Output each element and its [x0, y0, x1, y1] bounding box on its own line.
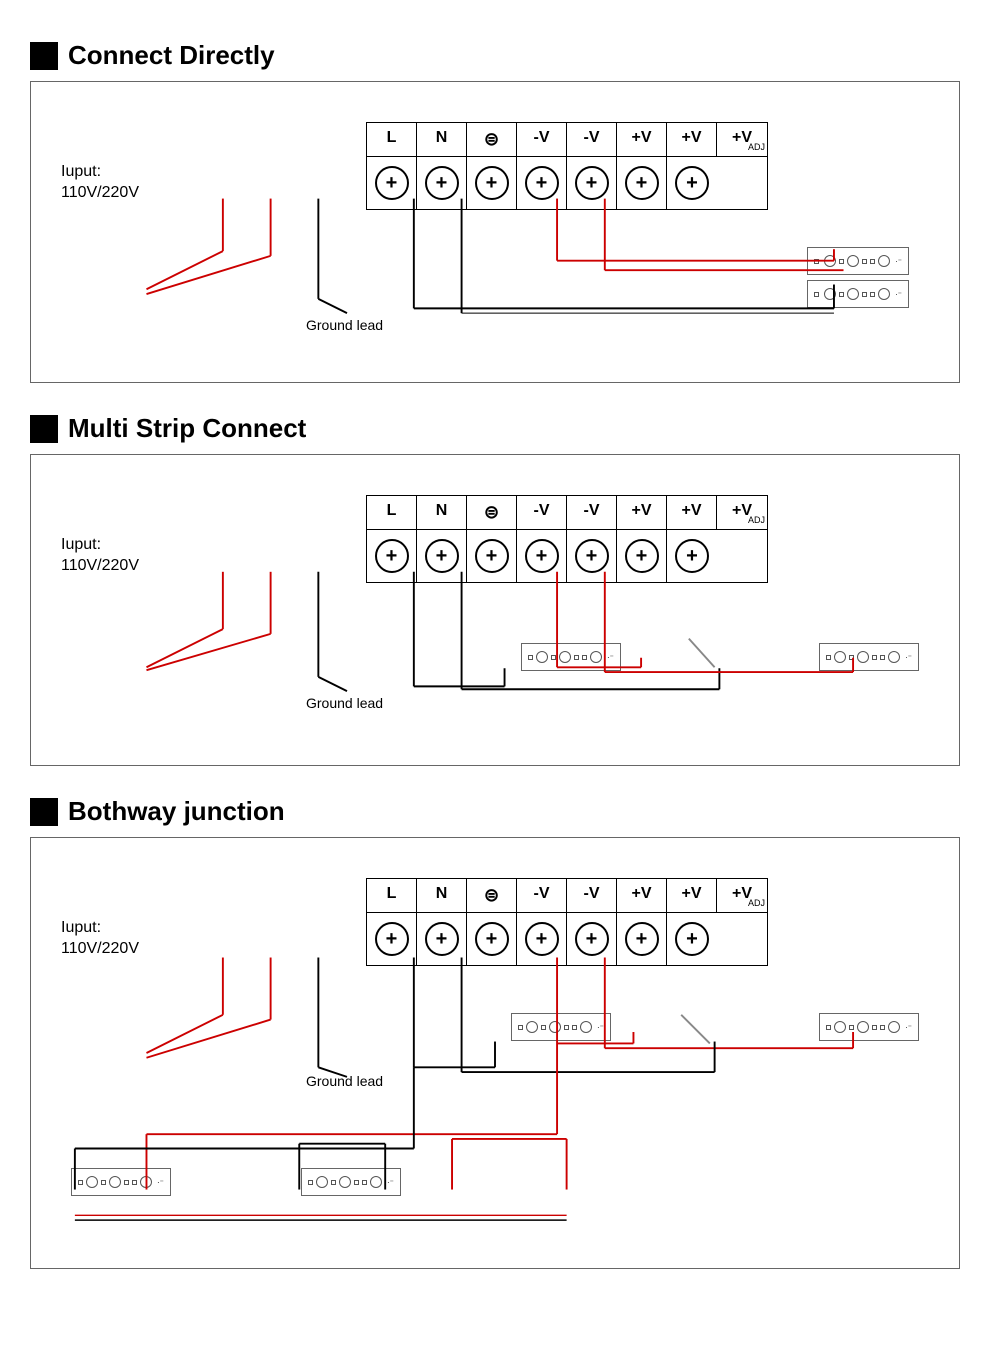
- section-1-header: Connect Directly: [30, 40, 960, 71]
- conn-pos1-3: +: [617, 913, 667, 965]
- conn-neg1-3: +: [517, 913, 567, 965]
- term-L-3: L: [367, 879, 417, 912]
- conn-N-2: +: [417, 530, 467, 582]
- conn-pos2-2: +: [667, 530, 717, 582]
- term-GND-1: ⊜: [467, 123, 517, 156]
- conn-L-1: +: [367, 157, 417, 209]
- conn-N-1: +: [417, 157, 467, 209]
- term-neg2-1: -V: [567, 123, 617, 156]
- term-pos1-3: +V: [617, 879, 667, 912]
- section-icon-3: [30, 798, 58, 826]
- term-neg1-3: -V: [517, 879, 567, 912]
- terminal-block-2: L N ⊜ -V -V +V +V +VADJ + + + + + + +: [206, 495, 768, 583]
- term-neg2-3: -V: [567, 879, 617, 912]
- section-2-header: Multi Strip Connect: [30, 413, 960, 444]
- term-pos1-1: +V: [617, 123, 667, 156]
- term-pos2-1: +V: [667, 123, 717, 156]
- terminal-block-1: L N ⊜ -V -V +V +V +VADJ + + + + + + +: [206, 122, 768, 210]
- ground-lead-3: Ground lead: [306, 1073, 383, 1089]
- conn-neg2-1: +: [567, 157, 617, 209]
- terminal-block-3: L N ⊜ -V -V +V +V +VADJ + + + + + + +: [206, 878, 768, 966]
- term-GND-3: ⊜: [467, 879, 517, 912]
- led-strip-1-top: ·⁻: [807, 247, 909, 275]
- term-pos3-2: +VADJ: [717, 496, 767, 529]
- term-N-3: N: [417, 879, 467, 912]
- term-neg1-1: -V: [517, 123, 567, 156]
- led-strip-3-upper-right: ·⁻: [819, 1013, 919, 1041]
- conn-neg1-1: +: [517, 157, 567, 209]
- diagram-multi-content: Iuput:110V/220V L N ⊜ -V -V +V +V +VADJ …: [51, 475, 939, 745]
- section-icon-1: [30, 42, 58, 70]
- section-title-3: Bothway junction: [68, 796, 285, 827]
- section-title-1: Connect Directly: [68, 40, 275, 71]
- term-neg1-2: -V: [517, 496, 567, 529]
- diagram-direct: Iuput:110V/220V L N ⊜ -V -V +V +V +VADJ …: [30, 81, 960, 383]
- term-pos1-2: +V: [617, 496, 667, 529]
- term-pos2-3: +V: [667, 879, 717, 912]
- term-pos3-1: +VADJ: [717, 123, 767, 156]
- conn-L-2: +: [367, 530, 417, 582]
- term-N-1: N: [417, 123, 467, 156]
- led-strip-2-right: ·⁻: [819, 643, 919, 671]
- led-strip-3-lower-right: ·⁻: [301, 1168, 401, 1196]
- ground-lead-2: Ground lead: [306, 695, 383, 711]
- conn-pos2-1: +: [667, 157, 717, 209]
- term-N-2: N: [417, 496, 467, 529]
- term-pos3-3: +VADJ: [717, 879, 767, 912]
- section-3-header: Bothway junction: [30, 796, 960, 827]
- section-title-2: Multi Strip Connect: [68, 413, 306, 444]
- diagram-both-content: Iuput:110V/220V L N ⊜ -V -V +V +V +VADJ …: [51, 858, 939, 1248]
- diagram-direct-content: Iuput:110V/220V L N ⊜ -V -V +V +V +VADJ …: [51, 102, 939, 362]
- led-strip-3-upper-left: ·⁻: [511, 1013, 611, 1041]
- term-L-1: L: [367, 123, 417, 156]
- term-neg2-2: -V: [567, 496, 617, 529]
- diagram-multi: Iuput:110V/220V L N ⊜ -V -V +V +V +VADJ …: [30, 454, 960, 766]
- term-pos2-2: +V: [667, 496, 717, 529]
- term-L-2: L: [367, 496, 417, 529]
- led-strip-2-left: ·⁻: [521, 643, 621, 671]
- term-GND-2: ⊜: [467, 496, 517, 529]
- conn-GND-2: +: [467, 530, 517, 582]
- conn-neg2-2: +: [567, 530, 617, 582]
- led-strip-1-bottom: ·⁻: [807, 280, 909, 308]
- conn-neg1-2: +: [517, 530, 567, 582]
- input-label-1: Iuput:110V/220V: [61, 162, 139, 204]
- conn-N-3: +: [417, 913, 467, 965]
- input-label-2: Iuput:110V/220V: [61, 535, 139, 577]
- conn-neg2-3: +: [567, 913, 617, 965]
- conn-GND-3: +: [467, 913, 517, 965]
- led-strip-3-lower-left: ·⁻: [71, 1168, 171, 1196]
- conn-GND-1: +: [467, 157, 517, 209]
- input-label-3: Iuput:110V/220V: [61, 918, 139, 960]
- ground-lead-1: Ground lead: [306, 317, 383, 333]
- section-icon-2: [30, 415, 58, 443]
- diagram-both: Iuput:110V/220V L N ⊜ -V -V +V +V +VADJ …: [30, 837, 960, 1269]
- conn-pos1-1: +: [617, 157, 667, 209]
- conn-pos2-3: +: [667, 913, 717, 965]
- conn-L-3: +: [367, 913, 417, 965]
- conn-pos1-2: +: [617, 530, 667, 582]
